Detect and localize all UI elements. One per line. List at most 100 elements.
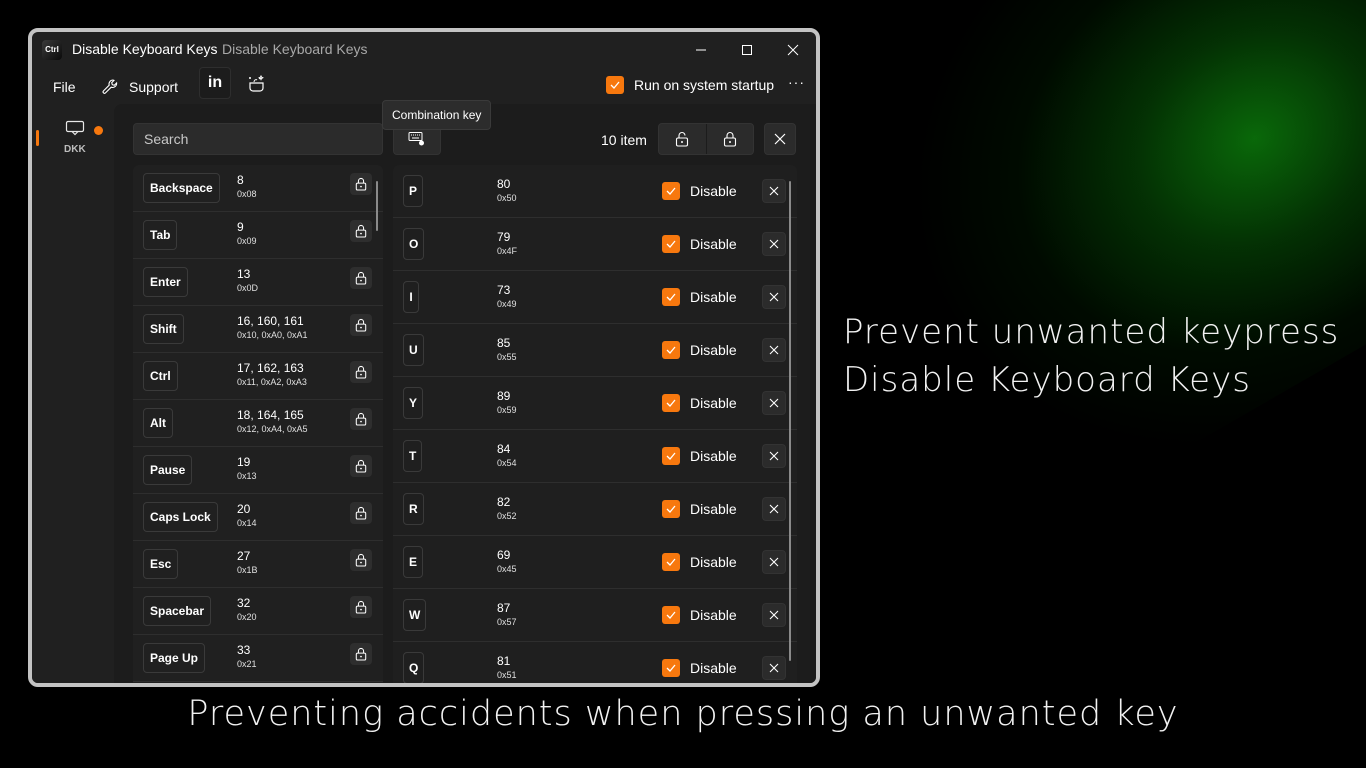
available-key-row[interactable]: Caps Lock 20 0x14: [133, 494, 383, 541]
lock-icon: [355, 271, 367, 285]
lock-icon: [355, 459, 367, 473]
disable-checkbox[interactable]: [662, 235, 680, 253]
check-icon: [666, 611, 676, 619]
available-key-row[interactable]: Esc 27 0x1B: [133, 541, 383, 588]
available-key-row[interactable]: Shift 16, 160, 161 0x10, 0xA0, 0xA1: [133, 306, 383, 353]
sidebar-nav: DKK: [32, 104, 114, 683]
disable-checkbox[interactable]: [662, 447, 680, 465]
disable-toggle[interactable]: Disable: [662, 447, 737, 465]
key-code-decimal: 18, 164, 165: [237, 408, 304, 422]
key-code-hex: 0x50: [497, 193, 517, 203]
available-key-row[interactable]: Tab 9 0x09: [133, 212, 383, 259]
run-on-startup-toggle[interactable]: Run on system startup: [606, 76, 774, 94]
disable-label: Disable: [690, 183, 737, 199]
donate-button[interactable]: [247, 74, 267, 97]
linkedin-icon: in: [207, 74, 223, 91]
lock-key-button[interactable]: [350, 408, 372, 430]
disabled-key-row: E 69 0x45 Disable: [393, 536, 797, 589]
disable-checkbox[interactable]: [662, 606, 680, 624]
disabled-key-row: Y 89 0x59 Disable: [393, 377, 797, 430]
startup-checkbox[interactable]: [606, 76, 624, 94]
available-key-row[interactable]: Ctrl 17, 162, 163 0x11, 0xA2, 0xA3: [133, 353, 383, 400]
maximize-button[interactable]: [724, 36, 770, 64]
disable-checkbox[interactable]: [662, 394, 680, 412]
check-icon: [666, 240, 676, 248]
more-options-button[interactable]: ···: [788, 74, 805, 90]
disable-toggle[interactable]: Disable: [662, 659, 737, 677]
key-name: Shift: [143, 314, 184, 344]
lock-key-button[interactable]: [350, 314, 372, 336]
disable-checkbox[interactable]: [662, 182, 680, 200]
left-list-scrollbar[interactable]: [376, 181, 378, 231]
unlock-all-button[interactable]: [659, 124, 706, 154]
lock-key-button[interactable]: [350, 267, 372, 289]
key-code-decimal: 16, 160, 161: [237, 314, 304, 328]
key-name: P: [403, 175, 424, 207]
search-input[interactable]: Search: [133, 123, 383, 155]
remove-key-button[interactable]: [762, 656, 786, 680]
keyboard-settings-icon: [408, 132, 424, 146]
disable-toggle[interactable]: Disable: [662, 341, 737, 359]
lock-key-button[interactable]: [350, 596, 372, 618]
available-keys-list: Backspace 8 0x08 Tab 9 0x09 Enter 13 0x0…: [133, 165, 383, 683]
title-bar[interactable]: Ctrl Disable Keyboard Keys Disable Keybo…: [32, 32, 816, 66]
lock-key-button[interactable]: [350, 220, 372, 242]
remove-key-button[interactable]: [762, 391, 786, 415]
key-code-hex: 0x57: [497, 617, 517, 627]
minimize-button[interactable]: [678, 36, 724, 64]
disabled-keys-list: P 80 0x50 Disable O 79 0x4F Disable I 73…: [393, 165, 797, 683]
available-key-row[interactable]: Enter 13 0x0D: [133, 259, 383, 306]
key-code-decimal: 89: [497, 389, 511, 403]
lock-key-button[interactable]: [350, 455, 372, 477]
disable-label: Disable: [690, 607, 737, 623]
menu-file[interactable]: File: [53, 74, 76, 100]
available-key-row[interactable]: Backspace 8 0x08: [133, 165, 383, 212]
disabled-key-row: P 80 0x50 Disable: [393, 165, 797, 218]
disable-checkbox[interactable]: [662, 553, 680, 571]
disable-toggle[interactable]: Disable: [662, 553, 737, 571]
remove-key-button[interactable]: [762, 444, 786, 468]
sidebar-item-label: DKK: [64, 144, 86, 155]
remove-key-button[interactable]: [762, 232, 786, 256]
remove-key-button[interactable]: [762, 179, 786, 203]
disable-checkbox[interactable]: [662, 500, 680, 518]
lock-key-button[interactable]: [350, 502, 372, 524]
lock-key-button[interactable]: [350, 173, 372, 195]
close-icon: [769, 239, 779, 249]
clear-all-button[interactable]: [764, 123, 796, 155]
key-code-decimal: 87: [497, 601, 511, 615]
remove-key-button[interactable]: [762, 603, 786, 627]
disable-toggle[interactable]: Disable: [662, 394, 737, 412]
lock-key-button[interactable]: [350, 361, 372, 383]
disable-toggle[interactable]: Disable: [662, 288, 737, 306]
available-key-row[interactable]: Spacebar 32 0x20: [133, 588, 383, 635]
disable-toggle[interactable]: Disable: [662, 500, 737, 518]
remove-key-button[interactable]: [762, 550, 786, 574]
remove-key-button[interactable]: [762, 497, 786, 521]
available-key-row[interactable]: Page Up 33 0x21: [133, 635, 383, 682]
remove-key-button[interactable]: [762, 285, 786, 309]
lock-key-button[interactable]: [350, 549, 372, 571]
disable-checkbox[interactable]: [662, 288, 680, 306]
menu-support[interactable]: Support: [101, 74, 178, 100]
remove-key-button[interactable]: [762, 338, 786, 362]
disable-checkbox[interactable]: [662, 341, 680, 359]
lock-icon: [355, 224, 367, 238]
disable-checkbox[interactable]: [662, 659, 680, 677]
disable-toggle[interactable]: Disable: [662, 182, 737, 200]
key-code-hex: 0x11, 0xA2, 0xA3: [237, 377, 307, 387]
close-window-button[interactable]: [770, 36, 816, 64]
available-key-row[interactable]: Alt 18, 164, 165 0x12, 0xA4, 0xA5: [133, 400, 383, 447]
lock-icon: [355, 365, 367, 379]
lock-icon: [355, 553, 367, 567]
check-icon: [666, 399, 676, 407]
lock-key-button[interactable]: [350, 643, 372, 665]
linkedin-button[interactable]: in: [199, 67, 231, 99]
key-code-decimal: 32: [237, 596, 251, 610]
close-icon: [774, 133, 786, 145]
right-list-scrollbar[interactable]: [789, 181, 791, 661]
disable-toggle[interactable]: Disable: [662, 606, 737, 624]
available-key-row[interactable]: Pause 19 0x13: [133, 447, 383, 494]
lock-all-button[interactable]: [705, 124, 754, 154]
disable-toggle[interactable]: Disable: [662, 235, 737, 253]
